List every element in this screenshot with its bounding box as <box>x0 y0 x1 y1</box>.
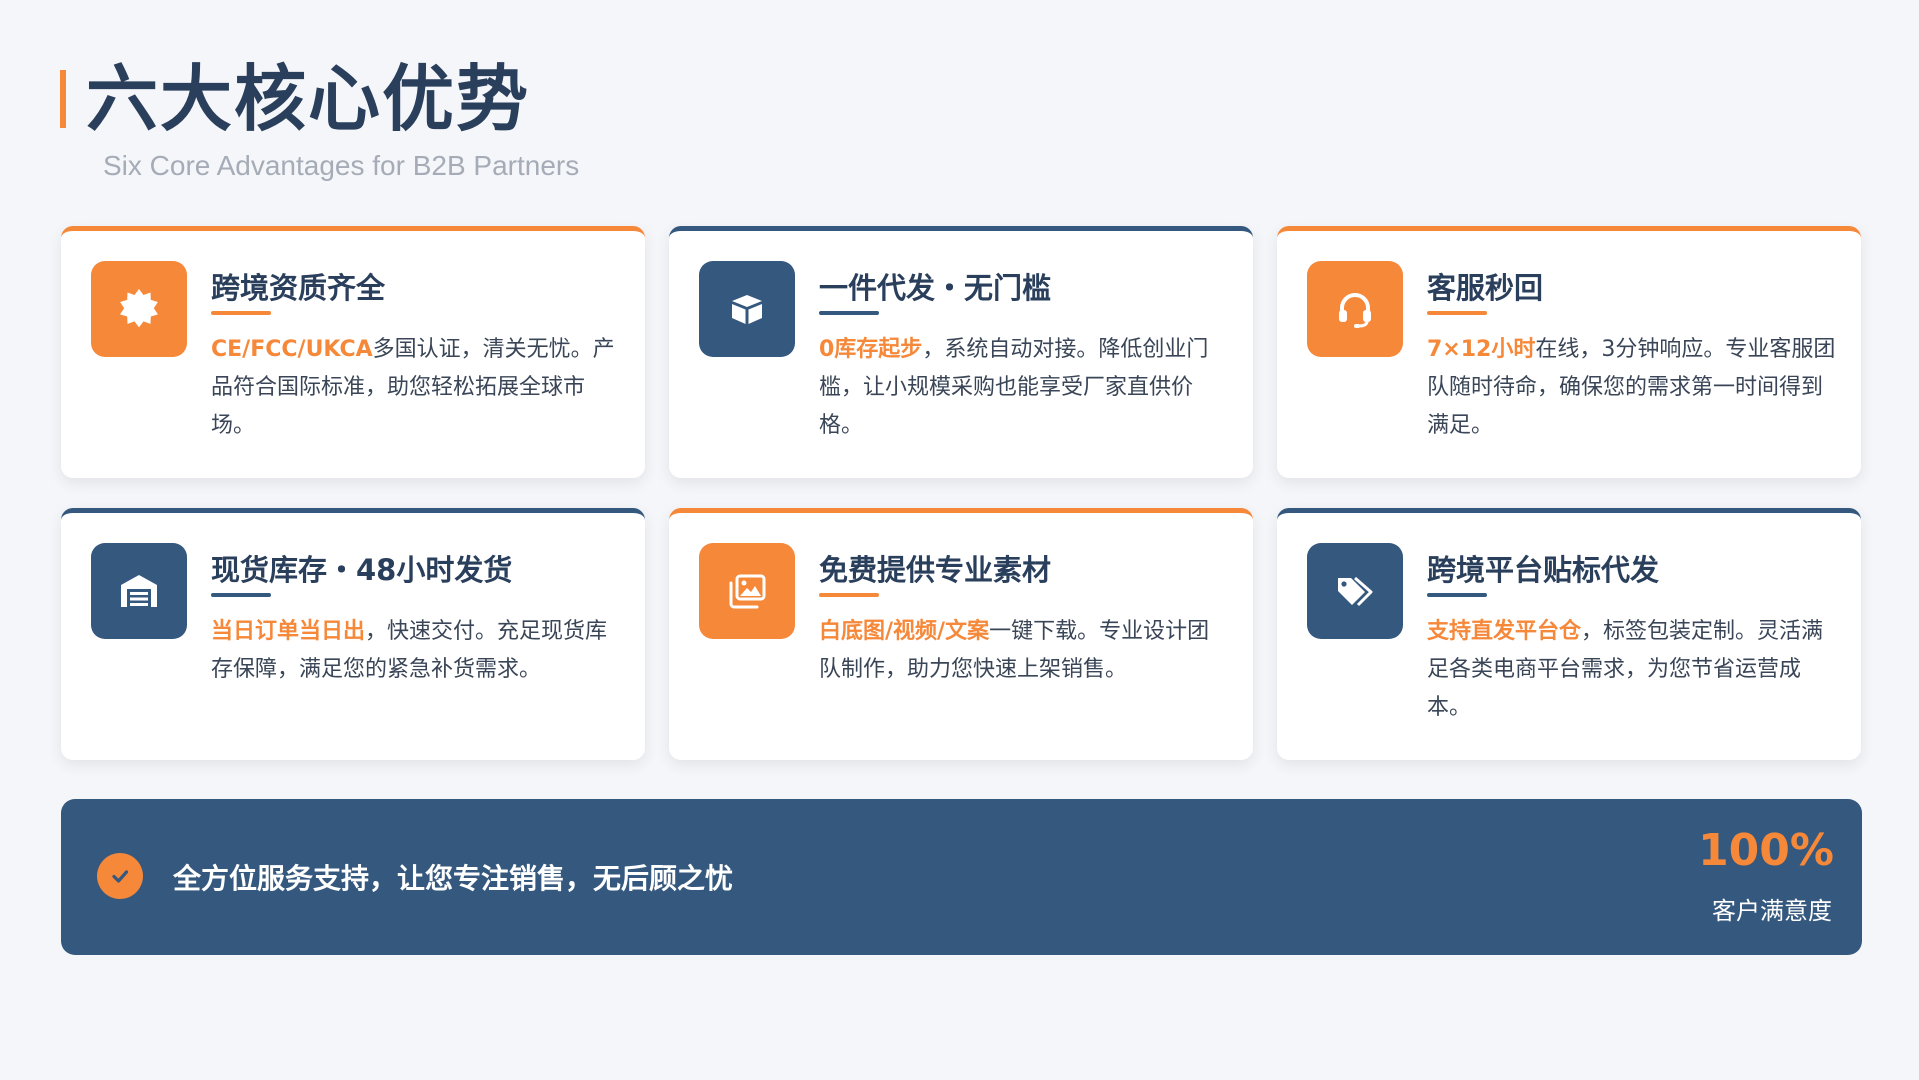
page-subtitle: Six Core Advantages for B2B Partners <box>103 150 580 181</box>
title-underline <box>1427 593 1487 597</box>
box-icon <box>699 261 795 357</box>
satisfaction-label: 客户满意度 <box>1712 897 1832 925</box>
title-underline <box>1427 311 1487 315</box>
card-highlight: CE/FCC/UKCA <box>211 337 373 362</box>
card-description: 支持直发平台仓，标签包装定制。灵活满足各类电商平台需求，为您节省运营成本。 <box>1427 613 1837 727</box>
card-highlight: 白底图/视频/文案 <box>819 619 990 644</box>
card-description: 7×12小时在线，3分钟响应。专业客服团队随时待命，确保您的需求第一时间得到满足… <box>1427 331 1837 445</box>
banner-text: 全方位服务支持，让您专注销售，无后顾之忧 <box>173 862 734 895</box>
card-highlight: 当日订单当日出 <box>211 619 366 644</box>
card-title: 免费提供专业素材 <box>819 553 1052 587</box>
satisfaction-value: 100% <box>1698 825 1834 876</box>
advantage-card-certification: 跨境资质齐全 CE/FCC/UKCA多国认证，清关无忧。产品符合国际标准，助您轻… <box>61 226 645 478</box>
service-banner: 全方位服务支持，让您专注销售，无后顾之忧 100% 客户满意度 <box>61 799 1862 955</box>
card-description: 白底图/视频/文案一键下载。专业设计团队制作，助力您快速上架销售。 <box>819 613 1229 689</box>
advantage-card-materials: 免费提供专业素材 白底图/视频/文案一键下载。专业设计团队制作，助力您快速上架销… <box>669 508 1253 760</box>
card-title: 跨境平台贴标代发 <box>1427 553 1660 587</box>
badge-icon <box>91 261 187 357</box>
card-highlight: 7×12小时 <box>1427 337 1536 362</box>
title-underline <box>819 593 879 597</box>
card-description: 0库存起步，系统自动对接。降低创业门槛，让小规模采购也能享受厂家直供价格。 <box>819 331 1229 445</box>
card-title: 一件代发・无门槛 <box>819 271 1052 305</box>
advantage-card-support: 客服秒回 7×12小时在线，3分钟响应。专业客服团队随时待命，确保您的需求第一时… <box>1277 226 1861 478</box>
title-accent-bar <box>60 70 66 128</box>
title-underline <box>819 311 879 315</box>
advantage-card-dropshipping: 一件代发・无门槛 0库存起步，系统自动对接。降低创业门槛，让小规模采购也能享受厂… <box>669 226 1253 478</box>
card-highlight: 0库存起步 <box>819 337 923 362</box>
card-title: 客服秒回 <box>1427 271 1544 305</box>
advantage-card-labeling: 跨境平台贴标代发 支持直发平台仓，标签包装定制。灵活满足各类电商平台需求，为您节… <box>1277 508 1861 760</box>
tags-icon <box>1307 543 1403 639</box>
page-title: 六大核心优势 <box>86 57 531 141</box>
images-icon <box>699 543 795 639</box>
title-underline <box>211 593 271 597</box>
warehouse-icon <box>91 543 187 639</box>
card-description: CE/FCC/UKCA多国认证，清关无忧。产品符合国际标准，助您轻松拓展全球市场… <box>211 331 621 445</box>
headset-icon <box>1307 261 1403 357</box>
card-title: 跨境资质齐全 <box>211 271 386 305</box>
card-highlight: 支持直发平台仓 <box>1427 619 1582 644</box>
title-underline <box>211 311 271 315</box>
advantage-card-stock: 现货库存・48小时发货 当日订单当日出，快速交付。充足现货库存保障，满足您的紧急… <box>61 508 645 760</box>
card-description: 当日订单当日出，快速交付。充足现货库存保障，满足您的紧急补货需求。 <box>211 613 621 689</box>
check-circle-icon <box>97 853 143 899</box>
card-title: 现货库存・48小时发货 <box>211 553 513 587</box>
